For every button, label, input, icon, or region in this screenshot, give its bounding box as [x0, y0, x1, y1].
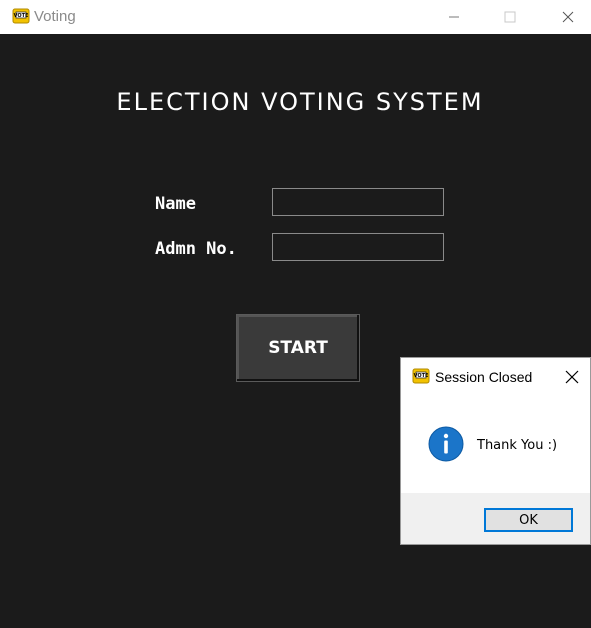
- window-title: Voting: [34, 8, 76, 25]
- dialog-title-bar: VOTE Session Closed: [401, 358, 590, 396]
- title-bar: VOTE Voting: [0, 0, 591, 34]
- name-label: Name: [155, 194, 196, 214]
- close-icon: [562, 11, 574, 23]
- admn-no-input[interactable]: [272, 233, 444, 261]
- start-button[interactable]: START: [236, 314, 360, 382]
- maximize-icon: [504, 11, 516, 23]
- admn-no-label: Admn No.: [155, 239, 237, 259]
- page-title: ELECTION VOTING SYSTEM: [116, 88, 484, 116]
- info-icon: [428, 426, 464, 462]
- session-closed-dialog: VOTE Session Closed Thank You :) OK: [400, 357, 591, 545]
- vote-app-icon: VOTE: [412, 368, 430, 384]
- close-icon: [565, 370, 579, 384]
- dialog-message: Thank You :): [477, 438, 558, 453]
- minimize-button[interactable]: [431, 0, 477, 34]
- name-input[interactable]: [272, 188, 444, 216]
- close-button[interactable]: [545, 0, 591, 34]
- minimize-icon: [449, 16, 459, 18]
- dialog-title: Session Closed: [435, 369, 533, 385]
- vote-app-icon: VOTE: [12, 8, 30, 24]
- svg-text:VOTE: VOTE: [14, 13, 29, 19]
- dialog-close-button[interactable]: [561, 366, 583, 388]
- dialog-footer: OK: [401, 493, 590, 544]
- maximize-button[interactable]: [487, 0, 533, 34]
- ok-button[interactable]: OK: [484, 508, 573, 532]
- svg-text:VOTE: VOTE: [414, 373, 429, 379]
